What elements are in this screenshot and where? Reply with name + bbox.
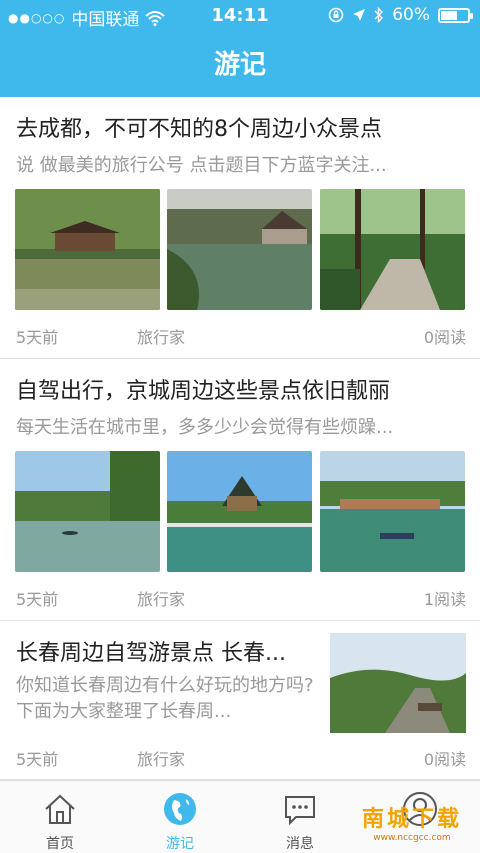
battery-icon [438,7,473,23]
tab-messages-label: 消息 [286,836,314,852]
article-summary: 你知道长春周边有什么好玩的地方吗?下面为大家整理了长春周... [16,675,314,722]
article-card[interactable]: 去成都，不可不知的8个周边小众景点 说 做最美的旅行公号 点击题目下方蓝字关注.… [0,97,480,359]
chat-bubble-icon [285,796,315,826]
tab-travel-label: 游记 [166,836,194,852]
article-image[interactable] [15,451,160,572]
travel-feed: 去成都，不可不知的8个周边小众景点 说 做最美的旅行公号 点击题目下方蓝字关注.… [0,97,480,780]
watermark-url: www.nccgcc.com [373,833,451,843]
article-card[interactable]: 长春周边自驾游景点 长春... 你知道长春周边有什么好玩的地方吗?下面为大家整理… [0,621,480,780]
article-author: 旅行家 [137,590,186,609]
article-image[interactable] [167,189,312,310]
location-icon [353,9,366,21]
article-image[interactable] [330,633,466,733]
app-header: ●●○○○ 中国联通 14:11 60% 游记 [0,0,480,97]
article-image[interactable] [320,189,465,310]
article-read-count: 0阅读 [423,750,466,769]
battery-level [441,10,457,20]
article-card[interactable]: 自驾出行，京城周边这些景点依旧靓丽 每天生活在城市里，多多少少会觉得有些烦躁..… [0,359,480,621]
home-icon [45,794,75,824]
article-date: 5天前 [16,590,59,609]
article-title[interactable]: 自驾出行，京城周边这些景点依旧靓丽 [16,373,466,405]
article-read-count: 0阅读 [423,328,466,347]
article-title[interactable]: 去成都，不可不知的8个周边小众景点 [16,111,466,143]
article-title[interactable]: 长春周边自驾游景点 长春... [16,635,316,667]
article-image[interactable] [320,451,465,572]
battery-percent: 60% [392,5,430,25]
article-image[interactable] [15,189,160,310]
bluetooth-icon [374,7,384,23]
article-author: 旅行家 [137,750,186,769]
tab-home[interactable]: 首页 [0,781,120,853]
article-image[interactable] [167,451,312,572]
tab-home-label: 首页 [46,836,74,852]
article-date: 5天前 [16,328,59,347]
tab-messages[interactable]: 消息 [240,781,360,853]
article-summary: 说 做最美的旅行公号 点击题目下方蓝字关注... [16,155,387,176]
tab-travel[interactable]: 游记 [120,781,240,853]
status-bar: ●●○○○ 中国联通 14:11 60% [0,0,480,32]
article-images [15,189,465,310]
article-images [15,451,465,572]
rotation-lock-icon [328,7,344,23]
article-author: 旅行家 [137,328,186,347]
site-watermark: 南城下载 www.nccgcc.com [352,801,472,849]
globe-icon [164,793,196,825]
article-date: 5天前 [16,750,59,769]
article-summary: 每天生活在城市里，多多少少会觉得有些烦躁... [16,417,394,438]
article-read-count: 1阅读 [423,590,466,609]
page-title: 游记 [213,50,266,80]
watermark-text: 南城下载 [361,807,462,832]
